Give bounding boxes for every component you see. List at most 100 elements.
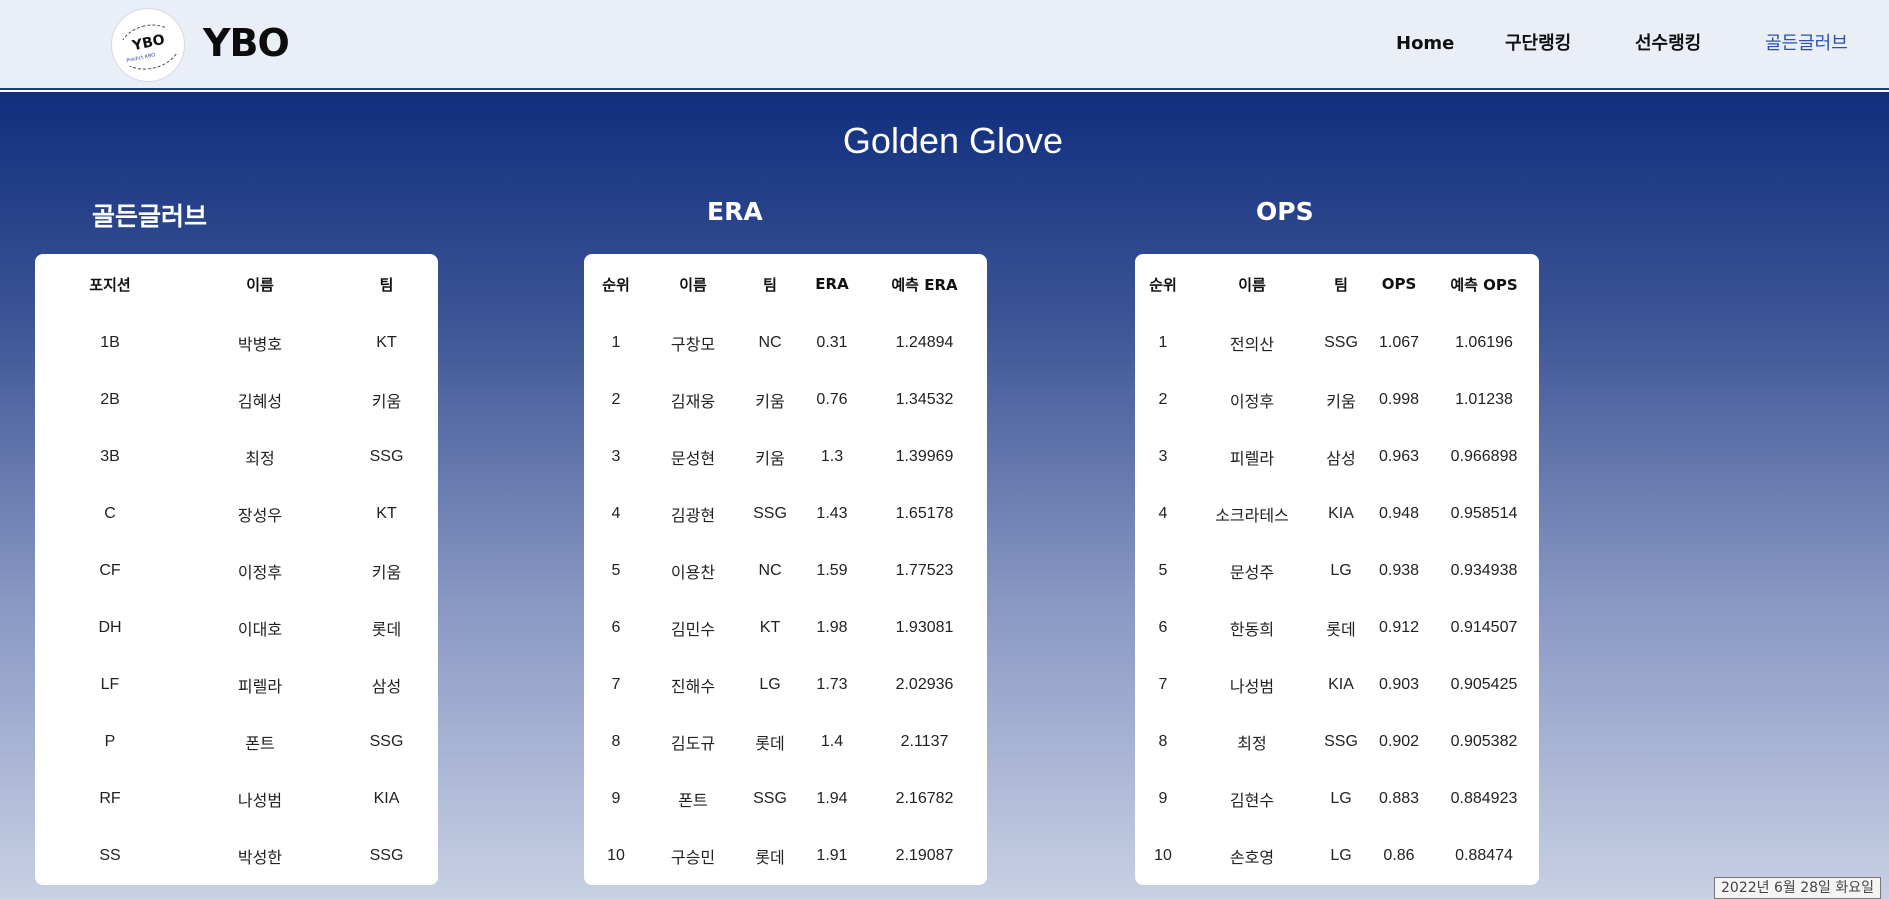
table-row: 2 이정후 키움 0.998 1.01238	[1135, 371, 1539, 428]
table-cell: SSG	[369, 732, 404, 750]
table-cell: C	[104, 504, 116, 522]
table-row: 1 구창모 NC 0.31 1.24894	[584, 314, 987, 371]
table-cell: 전의산	[1229, 336, 1275, 354]
column-header: ERA	[815, 275, 849, 293]
table-body: 1 구창모 NC 0.31 1.24894 2 김재웅 키움 0.76 1.34532 3 문성현 키움…	[584, 314, 987, 884]
table-cell: 김광현	[670, 507, 716, 525]
table-cell: 1.24894	[895, 333, 954, 351]
table-cell: 2	[1158, 390, 1168, 408]
table-row: 9 폰트 SSG 1.94 2.16782	[584, 770, 987, 827]
table-cell: 0.938	[1378, 561, 1420, 579]
table-cell: SSG	[369, 447, 404, 465]
table-row: 10 구승민 롯데 1.91 2.19087	[584, 827, 987, 884]
table-cell: 손호영	[1229, 849, 1275, 867]
table-cell: 4	[1158, 504, 1168, 522]
table-row: 1B 박병호 KT	[35, 314, 438, 371]
golden-glove-table: 포지션 이름 팀 1B 박병호 KT 2B 김혜성 키움 3B 최정 SSG C 장성우 KT CF 이정후 키…	[35, 254, 438, 884]
table-cell: 이용찬	[670, 564, 716, 582]
table-cell: 1.65178	[895, 504, 954, 522]
table-row: 6 김민수 KT 1.98 1.93081	[584, 599, 987, 656]
column-header: 팀	[1334, 275, 1348, 294]
table-cell: 2.19087	[895, 846, 954, 864]
table-cell: 장성우	[237, 507, 283, 525]
column-header: 이름	[246, 275, 274, 294]
table-cell: 3	[611, 447, 621, 465]
table-cell: 삼성	[371, 678, 402, 696]
table-row: 3 피렐라 삼성 0.963 0.966898	[1135, 428, 1539, 485]
column-header: 예측 OPS	[1450, 275, 1518, 294]
ops-section-title: OPS	[1256, 197, 1314, 226]
table-cell: 1.77523	[895, 561, 954, 579]
table-row: CF 이정후 키움	[35, 542, 438, 599]
column-header: 예측 ERA	[891, 275, 958, 294]
nav-home-link[interactable]: Home	[1396, 28, 1454, 60]
table-row: 4 김광현 SSG 1.43 1.65178	[584, 485, 987, 542]
table-cell: 1.06196	[1455, 333, 1513, 351]
table-cell: 2B	[100, 390, 120, 408]
table-cell: 롯데	[755, 735, 785, 753]
column-header: 이름	[679, 275, 707, 294]
table-cell: KIA	[1328, 504, 1354, 522]
table-cell: 8	[611, 732, 621, 750]
table-cell: 1.01238	[1455, 390, 1513, 408]
table-cell: 10	[607, 846, 625, 864]
table-cell: 0.902	[1378, 732, 1420, 750]
table-cell: 0.884923	[1450, 789, 1518, 807]
table-cell: 2.16782	[895, 789, 954, 807]
table-row: 2 김재웅 키움 0.76 1.34532	[584, 371, 987, 428]
table-cell: LG	[1330, 561, 1352, 579]
table-cell: 이정후	[1229, 393, 1275, 411]
table-cell: 10	[1154, 846, 1172, 864]
table-row: DH 이대호 롯데	[35, 599, 438, 656]
table-cell: 1.43	[816, 504, 848, 522]
table-row: 5 이용찬 NC 1.59 1.77523	[584, 542, 987, 599]
table-cell: 1.94	[816, 789, 848, 807]
page-title: Golden Glove	[842, 120, 1064, 161]
table-row: 9 김현수 LG 0.883 0.884923	[1135, 770, 1539, 827]
table-row: 8 최정 SSG 0.902 0.905382	[1135, 713, 1539, 770]
table-cell: 문성현	[670, 450, 716, 468]
table-cell: 문성주	[1229, 564, 1275, 582]
table-cell: 8	[1158, 732, 1168, 750]
table-cell: 롯데	[1326, 621, 1356, 639]
table-header-row: 포지션 이름 팀	[35, 254, 438, 314]
table-cell: 4	[611, 504, 621, 522]
table-cell: 5	[611, 561, 621, 579]
table-cell: 7	[611, 675, 621, 693]
table-row: 1 전의산 SSG 1.067 1.06196	[1135, 314, 1539, 371]
table-cell: P	[104, 732, 116, 750]
table-cell: SSG	[369, 846, 404, 864]
table-cell: 1.067	[1378, 333, 1420, 351]
column-header: 팀	[379, 275, 394, 294]
table-cell: 1.3	[820, 447, 844, 465]
table-cell: KT	[376, 504, 397, 522]
table-row: 3 문성현 키움 1.3 1.39969	[584, 428, 987, 485]
table-cell: 김도규	[670, 735, 716, 753]
nav-golden-glove-link[interactable]: 골든글러브	[1765, 28, 1848, 60]
nav-player-ranking-link[interactable]: 선수랭킹	[1635, 28, 1701, 60]
table-row: LF 피렐라 삼성	[35, 656, 438, 713]
table-cell: 0.86	[1383, 846, 1415, 864]
table-cell: 나성범	[1229, 678, 1275, 696]
table-cell: 5	[1158, 561, 1168, 579]
table-row: 7 진해수 LG 1.73 2.02936	[584, 656, 987, 713]
table-cell: KIA	[373, 789, 400, 807]
nav-links: Home 구단랭킹 선수랭킹 골든글러브	[0, 28, 1889, 60]
table-cell: 김재웅	[670, 393, 716, 411]
table-row: P 폰트 SSG	[35, 713, 438, 770]
nav-team-ranking-link[interactable]: 구단랭킹	[1505, 28, 1571, 60]
table-cell: 키움	[1326, 393, 1356, 411]
column-header: 이름	[1238, 275, 1266, 294]
table-cell: 이정후	[237, 564, 283, 582]
table-cell: 3	[1158, 447, 1168, 465]
table-cell: SSG	[1324, 732, 1358, 750]
golden-glove-section-title: 골든글러브	[92, 202, 208, 231]
golden-glove-card: 포지션 이름 팀 1B 박병호 KT 2B 김혜성 키움 3B 최정 SSG C 장성우 KT CF 이정후 키…	[35, 254, 438, 885]
table-cell: SSG	[753, 789, 787, 807]
ops-card: 순위 이름 팀 OPS 예측 OPS 1 전의산 SSG 1.067 1.06196 2 이정후 키움…	[1135, 254, 1539, 885]
table-row: 8 김도규 롯데 1.4 2.1137	[584, 713, 987, 770]
table-row: C 장성우 KT	[35, 485, 438, 542]
table-cell: 구창모	[670, 336, 716, 354]
table-row: 3B 최정 SSG	[35, 428, 438, 485]
table-header-row: 순위 이름 팀 ERA 예측 ERA	[584, 254, 987, 314]
